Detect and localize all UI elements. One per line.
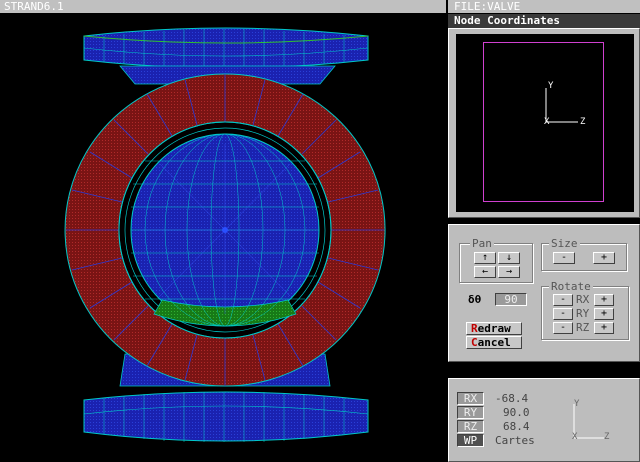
pan-label: Pan bbox=[470, 237, 494, 250]
rotate-x-label: RX bbox=[576, 293, 590, 306]
rz-value: 68.4 bbox=[503, 420, 530, 433]
panel-title-bar: Node Coordinates bbox=[448, 14, 640, 28]
rotate-z-plus-button[interactable]: + bbox=[594, 322, 614, 334]
file-name: FILE:VALVE bbox=[454, 0, 521, 13]
size-plus-button[interactable]: + bbox=[593, 252, 615, 264]
ry-value: 90.0 bbox=[503, 406, 530, 419]
file-name-bar: FILE:VALVE bbox=[448, 0, 640, 13]
wp-label: WP bbox=[457, 434, 484, 447]
angle-step-field[interactable]: 90 bbox=[495, 293, 527, 306]
app-title-bar: STRAND6.1 bbox=[0, 0, 446, 13]
rotate-z-label: RZ bbox=[576, 321, 590, 334]
size-minus-button[interactable]: - bbox=[553, 252, 575, 264]
size-label: Size bbox=[549, 237, 580, 250]
pan-up-button[interactable]: ↑ bbox=[474, 252, 496, 264]
rotate-x-plus-button[interactable]: + bbox=[594, 294, 614, 306]
cancel-hotkey: C bbox=[471, 336, 478, 349]
pan-left-button[interactable]: ← bbox=[474, 266, 496, 278]
model-viewport[interactable] bbox=[0, 14, 446, 462]
cancel-button[interactable]: Cancel bbox=[466, 336, 522, 349]
status-axis-z: Z bbox=[604, 432, 610, 442]
app-title: STRAND6.1 bbox=[4, 0, 64, 13]
rx-label: RX bbox=[457, 392, 484, 405]
redraw-button[interactable]: Redraw bbox=[466, 322, 522, 335]
rotate-y-label: RY bbox=[576, 307, 590, 320]
panel-title: Node Coordinates bbox=[454, 14, 560, 27]
pan-down-button[interactable]: ↓ bbox=[498, 252, 520, 264]
redraw-label: edraw bbox=[477, 322, 511, 335]
status-axis-y: Y bbox=[574, 399, 580, 409]
redraw-hotkey: R bbox=[471, 322, 478, 335]
pan-right-button[interactable]: → bbox=[498, 266, 520, 278]
rotate-y-plus-button[interactable]: + bbox=[594, 308, 614, 320]
rotate-x-minus-button[interactable]: - bbox=[553, 294, 573, 306]
preview-axis-x: X bbox=[544, 117, 550, 127]
cancel-label: ancel bbox=[477, 336, 511, 349]
valve-ball bbox=[130, 133, 320, 327]
rotate-label: Rotate bbox=[549, 280, 593, 293]
rx-value: -68.4 bbox=[495, 392, 529, 405]
view-preview[interactable]: Y X Z bbox=[456, 34, 634, 212]
preview-axis-z: Z bbox=[580, 117, 586, 127]
preview-axis-y: Y bbox=[548, 81, 554, 91]
rotate-z-minus-button[interactable]: - bbox=[553, 322, 573, 334]
wp-value: Cartes bbox=[495, 434, 535, 447]
rz-label: RZ bbox=[457, 420, 484, 433]
angle-step-label: δθ bbox=[468, 293, 482, 306]
status-axis-x: X bbox=[572, 432, 578, 442]
rotate-y-minus-button[interactable]: - bbox=[553, 308, 573, 320]
ry-label: RY bbox=[457, 406, 484, 419]
